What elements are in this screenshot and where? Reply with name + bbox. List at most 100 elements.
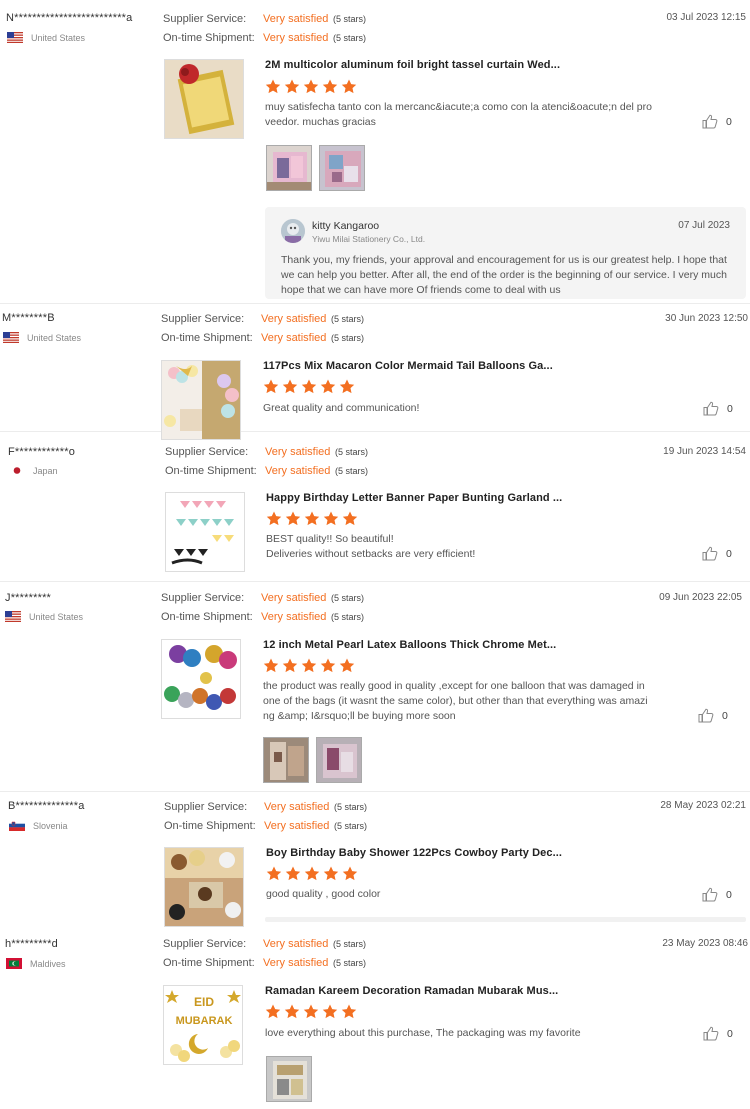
review-photo[interactable] <box>266 145 312 191</box>
product-thumbnail[interactable] <box>165 492 245 572</box>
ontime-shipment-value: Very satisfied <box>264 819 330 832</box>
reply-date: 07 Jul 2023 <box>678 220 730 231</box>
supplier-service-stars: (5 stars) <box>334 801 368 812</box>
buyer-country: United States <box>3 332 81 343</box>
us-flag-icon <box>7 32 23 43</box>
review-date: 03 Jul 2023 12:15 <box>666 12 746 23</box>
review-photo[interactable] <box>316 737 362 783</box>
supplier-service-stars: (5 stars) <box>335 446 369 457</box>
star-icon <box>282 658 298 673</box>
helpful-count: 0 <box>726 115 732 128</box>
ontime-shipment-label: On-time Shipment: <box>161 610 253 623</box>
review-item: h*********d Maldives Supplier Service: Ve… <box>0 928 750 1109</box>
supplier-service-label: Supplier Service: <box>163 12 247 25</box>
product-thumbnail[interactable] <box>161 639 241 719</box>
review-date: 28 May 2023 02:21 <box>660 800 746 811</box>
country-label: United States <box>31 32 86 43</box>
star-icon <box>263 658 279 673</box>
star-icon <box>341 1004 357 1019</box>
supplier-service-value: Very satisfied <box>264 800 330 813</box>
product-title[interactable]: 2M multicolor aluminum foil bright tasse… <box>265 59 560 71</box>
review-text: the product was really good in quality ,… <box>263 680 648 722</box>
helpful-button[interactable]: 0 <box>703 1026 733 1041</box>
supplier-service-label: Supplier Service: <box>161 591 245 604</box>
helpful-count: 0 <box>727 402 733 415</box>
product-title[interactable]: 117Pcs Mix Macaron Color Mermaid Tail Ba… <box>263 360 553 372</box>
star-rating <box>265 79 360 94</box>
product-thumbnail[interactable]: EID MUBARAK <box>163 985 243 1065</box>
star-icon <box>342 511 358 526</box>
japan-flag-icon <box>9 465 25 476</box>
star-icon <box>339 658 355 673</box>
country-label: Maldives <box>30 958 66 969</box>
review-text: muy satisfecha tanto con la mercanc&iacu… <box>265 101 652 128</box>
review-text: love everything about this purchase, The… <box>265 1027 581 1039</box>
ontime-shipment-value: Very satisfied <box>263 956 329 969</box>
slovenia-flag-icon <box>9 820 25 831</box>
ontime-shipment-value: Very satisfied <box>263 31 329 44</box>
supplier-service-label: Supplier Service: <box>163 937 247 950</box>
supplier-service-stars: (5 stars) <box>333 13 367 24</box>
seller-reply: kitty Kangaroo Yiwu Milai Stationery Co.… <box>265 207 746 299</box>
helpful-button[interactable]: 0 <box>698 708 728 723</box>
review-date: 23 May 2023 08:46 <box>662 938 748 949</box>
supplier-service-value: Very satisfied <box>265 445 331 458</box>
helpful-button[interactable]: 0 <box>702 887 732 902</box>
product-title[interactable]: Happy Birthday Letter Banner Paper Bunti… <box>266 492 562 504</box>
helpful-button[interactable]: 0 <box>702 546 732 561</box>
us-flag-icon <box>5 611 21 622</box>
product-title[interactable]: Boy Birthday Baby Shower 122Pcs Cowboy P… <box>266 847 562 859</box>
helpful-button[interactable]: 0 <box>703 401 733 416</box>
seller-ratings: Supplier Service: Very satisfied (5 stars)… <box>161 309 364 347</box>
seller-ratings: Supplier Service: Very satisfied (5 stars)… <box>161 588 364 626</box>
ontime-shipment-value: Very satisfied <box>261 331 327 344</box>
star-rating <box>266 866 361 881</box>
review-date: 19 Jun 2023 14:54 <box>663 446 746 457</box>
ontime-shipment-label: On-time Shipment: <box>161 331 253 344</box>
ontime-shipment-label: On-time Shipment: <box>164 819 256 832</box>
star-icon <box>266 866 282 881</box>
star-icon <box>339 379 355 394</box>
review-date: 30 Jun 2023 12:50 <box>665 313 748 324</box>
ontime-shipment-stars: (5 stars) <box>331 611 365 622</box>
supplier-service-value: Very satisfied <box>263 12 329 25</box>
supplier-service-stars: (5 stars) <box>331 592 365 603</box>
buyer-country: United States <box>7 32 85 43</box>
divider <box>265 917 746 922</box>
ontime-shipment-stars: (5 stars) <box>333 957 367 968</box>
star-icon <box>303 79 319 94</box>
review-photo[interactable] <box>263 737 309 783</box>
product-thumbnail[interactable] <box>164 847 244 927</box>
seller-ratings: Supplier Service: Very satisfied (5 stars)… <box>165 442 368 480</box>
helpful-button[interactable]: 0 <box>702 114 732 129</box>
star-icon <box>323 511 339 526</box>
review-photo[interactable] <box>266 1056 312 1102</box>
star-icon <box>342 866 358 881</box>
thumbs-up-icon <box>703 401 719 416</box>
thumbs-up-icon <box>703 1026 719 1041</box>
thumbs-up-icon <box>702 887 718 902</box>
product-thumbnail[interactable] <box>161 360 241 440</box>
ontime-shipment-label: On-time Shipment: <box>165 464 257 477</box>
thumbs-up-icon <box>702 114 718 129</box>
seller-avatar <box>281 219 305 243</box>
supplier-service-value: Very satisfied <box>261 591 327 604</box>
star-icon <box>301 379 317 394</box>
review-photo[interactable] <box>319 145 365 191</box>
buyer-country: Maldives <box>6 958 66 969</box>
star-icon <box>265 1004 281 1019</box>
review-text-line: BEST quality!! So beautiful! <box>266 533 394 545</box>
ontime-shipment-label: On-time Shipment: <box>163 31 255 44</box>
supplier-service-label: Supplier Service: <box>165 445 249 458</box>
ontime-shipment-stars: (5 stars) <box>333 32 367 43</box>
product-thumbnail[interactable] <box>164 59 244 139</box>
product-title[interactable]: 12 inch Metal Pearl Latex Balloons Thick… <box>263 639 556 651</box>
country-label: United States <box>29 611 84 622</box>
star-icon <box>284 79 300 94</box>
star-icon <box>322 1004 338 1019</box>
ontime-shipment-value: Very satisfied <box>261 610 327 623</box>
review-item: J********* United States Supplier Servic… <box>0 582 750 792</box>
ontime-shipment-value: Very satisfied <box>265 464 331 477</box>
product-title[interactable]: Ramadan Kareem Decoration Ramadan Mubara… <box>265 985 558 997</box>
review-text: BEST quality!! So beautiful! Deliveries … <box>266 532 656 562</box>
